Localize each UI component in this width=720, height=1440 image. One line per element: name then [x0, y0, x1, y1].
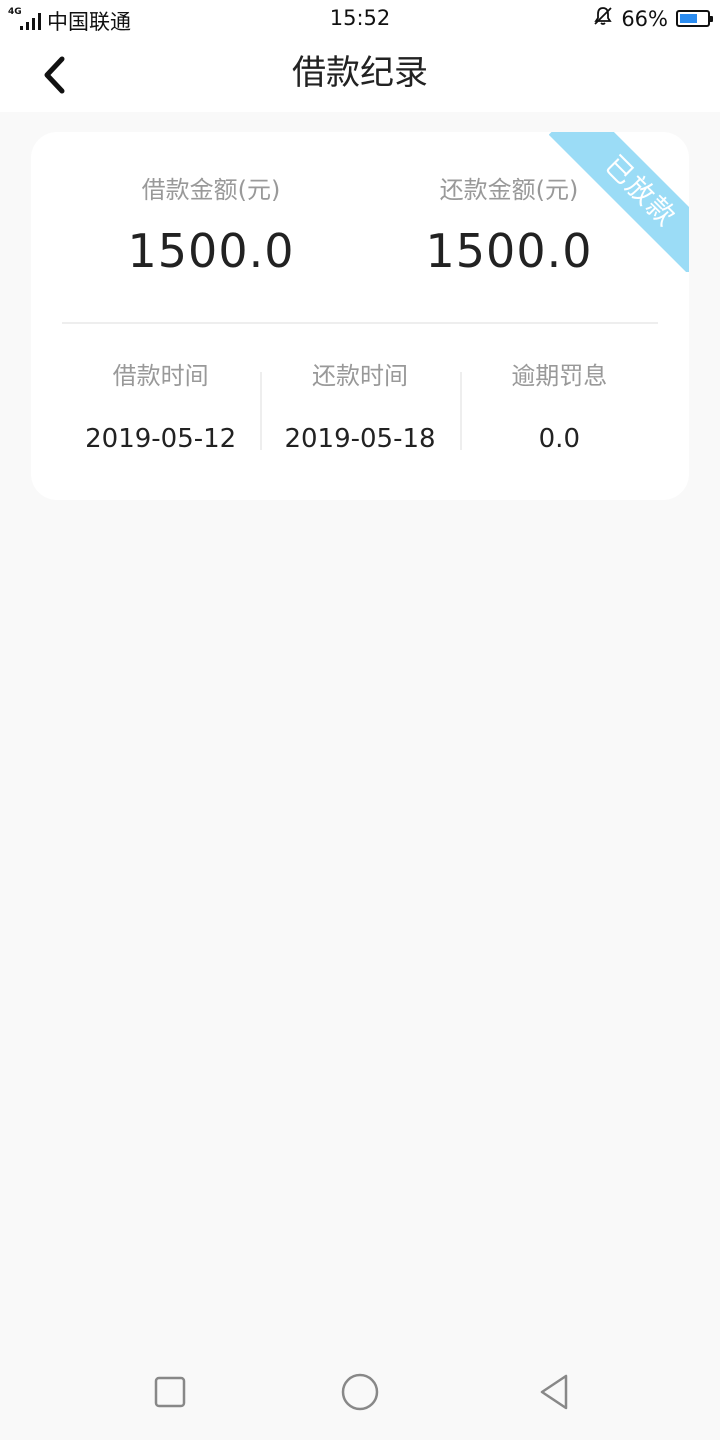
screen: 4G 中国联通 15:52 66% 借款纪录 已放款 借款金额(元) 1500.… [0, 0, 720, 1440]
battery-percent: 66% [621, 6, 668, 31]
repay-amount-label: 还款金额(元) [439, 176, 579, 204]
loan-time-value: 2019-05-12 [85, 424, 237, 454]
battery-icon [676, 10, 713, 27]
square-icon [154, 1376, 186, 1408]
loan-amount-label: 借款金额(元) [141, 176, 281, 204]
loan-time-block: 借款时间 2019-05-12 [61, 358, 260, 468]
loan-record-card[interactable]: 已放款 借款金额(元) 1500.0 还款金额(元) 1500.0 借款时间 2… [31, 132, 689, 500]
status-right: 66% [593, 6, 713, 31]
loan-amount-block: 借款金额(元) 1500.0 [61, 172, 361, 278]
repay-time-label: 还款时间 [311, 362, 408, 390]
loan-time-label: 借款时间 [112, 362, 209, 390]
home-button[interactable] [338, 1370, 382, 1414]
overdue-label: 逾期罚息 [511, 362, 608, 390]
bell-off-icon [593, 6, 613, 31]
battery-level [680, 14, 697, 23]
card-divider [62, 322, 658, 324]
page-title: 借款纪录 [292, 53, 428, 93]
recent-apps-button[interactable] [148, 1370, 192, 1414]
circle-icon [341, 1373, 379, 1411]
repay-time-block: 还款时间 2019-05-18 [260, 358, 459, 468]
repay-time-value: 2019-05-18 [284, 424, 436, 454]
overdue-value: 0.0 [538, 424, 580, 454]
status-bar: 4G 中国联通 15:52 66% [0, 0, 720, 38]
back-nav-button[interactable] [532, 1370, 576, 1414]
triangle-left-icon [540, 1374, 568, 1410]
repay-amount-value: 1500.0 [425, 224, 593, 278]
loan-info-row: 借款时间 2019-05-12 还款时间 2019-05-18 逾期罚息 0.0 [61, 358, 659, 468]
overdue-block: 逾期罚息 0.0 [459, 358, 659, 468]
repay-amount-block: 还款金额(元) 1500.0 [359, 172, 659, 278]
app-header: 借款纪录 [0, 38, 720, 112]
loan-amount-value: 1500.0 [127, 224, 295, 278]
navigation-bar [0, 1342, 720, 1440]
